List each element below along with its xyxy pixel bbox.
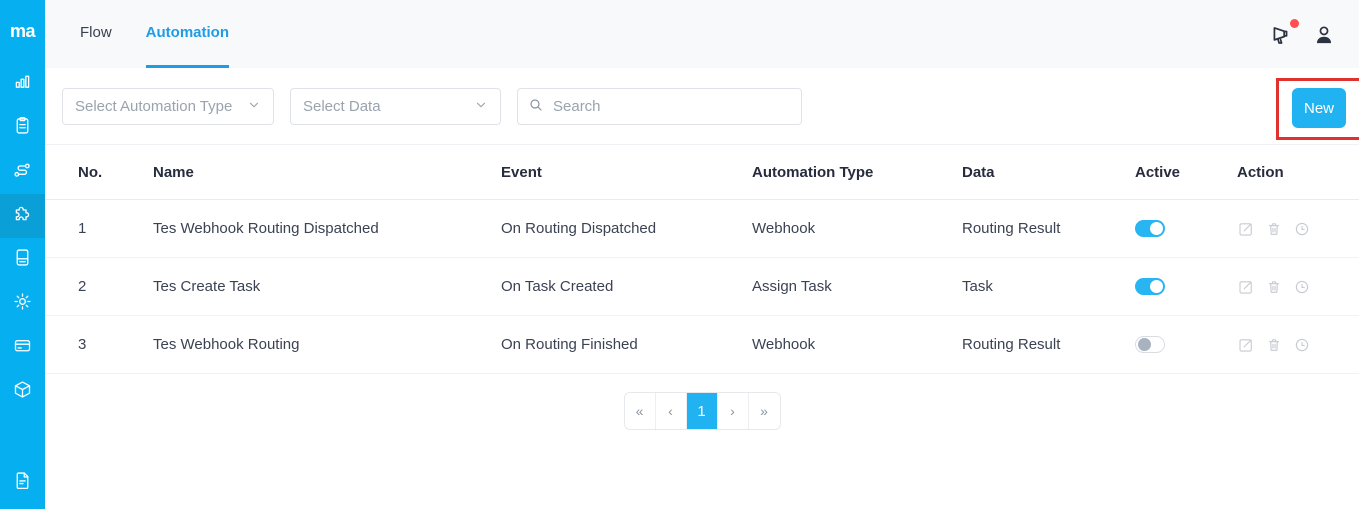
history-clock-icon[interactable] (1293, 220, 1311, 238)
delete-icon[interactable] (1265, 336, 1283, 354)
settings-gear-icon (12, 291, 33, 317)
row-actions (1237, 220, 1359, 238)
filter-toolbar: Select Automation Type Select Data New (45, 68, 1359, 145)
col-active: Active (1135, 163, 1181, 181)
row-actions (1237, 336, 1359, 354)
chevron-down-icon (474, 98, 488, 116)
sidebar-item-settings[interactable] (0, 282, 45, 326)
table-row: 3 Tes Webhook Routing On Routing Finishe… (45, 316, 1359, 374)
credit-card-icon (12, 335, 33, 361)
row-actions (1237, 278, 1359, 296)
edit-icon[interactable] (1237, 278, 1255, 296)
active-toggle[interactable] (1135, 220, 1165, 237)
puzzle-icon (12, 203, 33, 229)
pagination-prev-button[interactable]: ‹ (655, 393, 687, 429)
col-name: Name (153, 163, 194, 181)
cell-name: Tes Webhook Routing Dispatched (153, 220, 379, 237)
tab-flow[interactable]: Flow (80, 24, 112, 68)
cell-automation-type: Assign Task (752, 278, 832, 295)
sidebar-item-products[interactable] (0, 370, 45, 414)
sidebar-item-billing[interactable] (0, 326, 45, 370)
cell-data: Routing Result (962, 220, 1061, 237)
search-icon (528, 97, 544, 117)
cell-event: On Task Created (501, 278, 614, 295)
cell-no: 2 (78, 278, 87, 295)
top-header: Flow Automation (45, 0, 1359, 68)
active-toggle[interactable] (1135, 278, 1165, 295)
cell-data: Task (962, 278, 993, 295)
sidebar-item-documents[interactable] (0, 238, 45, 282)
cell-name: Tes Create Task (153, 278, 261, 295)
data-select[interactable]: Select Data (290, 88, 501, 125)
delete-icon[interactable] (1265, 278, 1283, 296)
col-event: Event (501, 163, 542, 181)
cell-event: On Routing Finished (501, 336, 638, 353)
automation-type-placeholder: Select Automation Type (75, 98, 233, 115)
brand-logo: ma (9, 20, 36, 41)
sidebar-item-tasks[interactable] (0, 106, 45, 150)
delete-icon[interactable] (1265, 220, 1283, 238)
table-row: 1 Tes Webhook Routing Dispatched On Rout… (45, 200, 1359, 258)
cell-name: Tes Webhook Routing (153, 336, 300, 353)
data-select-placeholder: Select Data (303, 98, 381, 115)
search-input[interactable] (553, 98, 783, 115)
table-header-row: No. Name Event Automation Type Data Acti… (45, 145, 1359, 200)
sidebar-item-automation[interactable] (0, 194, 45, 238)
notification-dot (1290, 19, 1299, 28)
edit-icon[interactable] (1237, 336, 1255, 354)
pagination-last-button[interactable]: » (748, 393, 780, 429)
package-icon (12, 379, 33, 405)
cell-automation-type: Webhook (752, 220, 816, 237)
table-row: 2 Tes Create Task On Task Created Assign… (45, 258, 1359, 316)
tab-bar: Flow Automation (80, 0, 229, 68)
history-clock-icon[interactable] (1293, 336, 1311, 354)
document-icon (12, 247, 33, 273)
col-automation-type: Automation Type (752, 163, 874, 181)
automation-type-select[interactable]: Select Automation Type (62, 88, 274, 125)
pagination-first-button[interactable]: « (624, 393, 656, 429)
cell-no: 3 (78, 336, 87, 353)
chevron-down-icon (247, 98, 261, 116)
sidebar-item-analytics[interactable] (0, 62, 45, 106)
cell-data: Routing Result (962, 336, 1061, 353)
cell-no: 1 (78, 220, 87, 237)
cell-automation-type: Webhook (752, 336, 816, 353)
new-button[interactable]: New (1292, 88, 1346, 128)
search-box (517, 88, 802, 125)
history-clock-icon[interactable] (1293, 278, 1311, 296)
pagination: « ‹ 1 › » (623, 392, 781, 430)
tab-automation[interactable]: Automation (145, 24, 229, 68)
clipboard-icon (12, 115, 33, 141)
pagination-next-button[interactable]: › (717, 393, 749, 429)
cell-event: On Routing Dispatched (501, 220, 657, 237)
automation-page: ma Flow Automation Select Automation Typ… (0, 0, 1359, 509)
active-toggle[interactable] (1135, 336, 1165, 353)
edit-icon[interactable] (1237, 220, 1255, 238)
col-no: No. (78, 163, 103, 181)
sidebar-item-docs-bottom[interactable] (0, 461, 45, 505)
route-icon (12, 159, 33, 185)
sidebar: ma (0, 0, 45, 509)
sidebar-item-flow[interactable] (0, 150, 45, 194)
bar-chart-icon (12, 71, 33, 97)
megaphone-icon[interactable] (1269, 19, 1299, 48)
automation-table: No. Name Event Automation Type Data Acti… (45, 145, 1359, 374)
user-icon[interactable] (1311, 22, 1337, 48)
pagination-page-1[interactable]: 1 (686, 393, 718, 429)
col-action: Action (1237, 163, 1284, 181)
document-lines-icon (12, 470, 33, 496)
col-data: Data (962, 163, 995, 181)
